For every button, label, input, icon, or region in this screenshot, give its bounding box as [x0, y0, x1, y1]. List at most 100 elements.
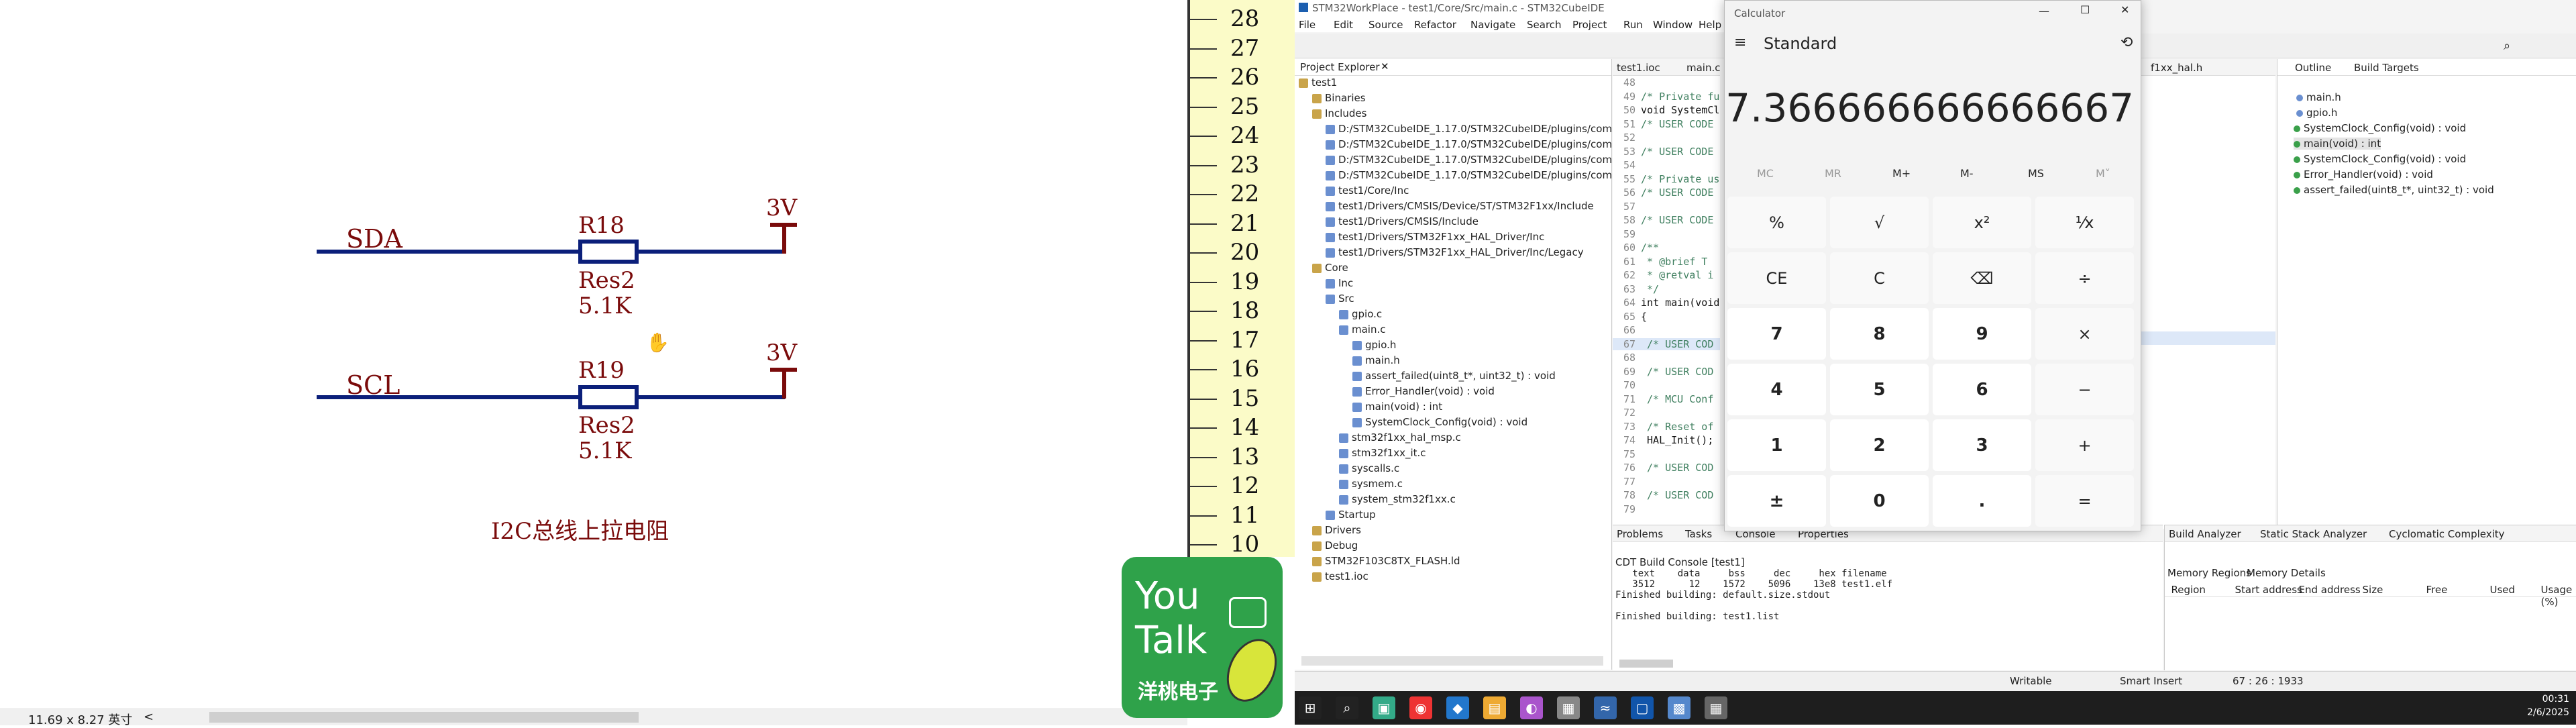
maximize-icon[interactable]: ☐: [2080, 3, 2090, 16]
code-line[interactable]: 48: [1613, 76, 1720, 89]
calc-button[interactable]: 7: [1727, 308, 1826, 360]
console-hscrollbar[interactable]: [1619, 660, 1673, 668]
app-gray-icon[interactable]: ▦: [1557, 696, 1580, 719]
calc-button[interactable]: %: [1727, 197, 1826, 248]
menu-item-window[interactable]: Window: [1653, 19, 1693, 31]
code-line[interactable]: 57: [1613, 201, 1720, 213]
code-line[interactable]: 66: [1613, 324, 1720, 336]
code-line[interactable]: 51/* USER CODE: [1613, 118, 1720, 130]
r18-resistor[interactable]: [578, 240, 639, 264]
code-line[interactable]: 70: [1613, 379, 1720, 391]
calc-button[interactable]: 4: [1727, 364, 1826, 415]
calc-button[interactable]: C: [1830, 252, 1929, 304]
calc-button[interactable]: ×: [2035, 308, 2134, 360]
code-editor[interactable]: test1.iocmain.c 4849/* Private fu50void …: [1613, 59, 1720, 529]
code-line[interactable]: 79: [1613, 503, 1720, 515]
tree-item[interactable]: D:/STM32CubeIDE_1.17.0/STM32CubeIDE/plug…: [1326, 169, 1611, 181]
code-line[interactable]: 74 HAL_Init();: [1613, 434, 1720, 446]
tree-item[interactable]: test1/Drivers/STM32F1xx_HAL_Driver/Inc: [1326, 231, 1544, 243]
memory-button-2[interactable]: M+: [1892, 167, 1911, 180]
menu-item-refactor[interactable]: Refactor: [1414, 19, 1456, 31]
outline-item[interactable]: gpio.h: [2296, 107, 2337, 119]
editor-right[interactable]: f1xx_hal.h: [2141, 59, 2275, 529]
memory-button-4[interactable]: MS: [2028, 167, 2044, 180]
tree-item[interactable]: test1/Drivers/STM32F1xx_HAL_Driver/Inc/L…: [1326, 246, 1584, 258]
menu-item-search[interactable]: Search: [1527, 19, 1562, 31]
code-line[interactable]: 77: [1613, 476, 1720, 488]
tree-item[interactable]: Binaries: [1312, 92, 1366, 104]
tab-memory-regions[interactable]: Memory Regions: [2167, 567, 2251, 579]
editor-tab-test1-ioc[interactable]: test1.ioc: [1617, 62, 1660, 74]
tree-item[interactable]: Core: [1312, 262, 1348, 274]
outline-item[interactable]: Error_Handler(void) : void: [2294, 168, 2433, 180]
code-line[interactable]: 59: [1613, 228, 1720, 240]
tree-item[interactable]: test1/Drivers/CMSIS/Device/ST/STM32F1xx/…: [1326, 200, 1594, 212]
search-icon[interactable]: ⌕: [1336, 696, 1358, 719]
tab-build-targets[interactable]: Build Targets: [2354, 62, 2419, 74]
close-icon[interactable]: ✕: [2121, 3, 2129, 16]
outline-item[interactable]: main.h: [2296, 91, 2341, 103]
tab-problems[interactable]: Problems: [1617, 528, 1663, 540]
code-line[interactable]: 78 /* USER COD: [1613, 489, 1720, 501]
schematic-canvas[interactable]: SDA R18 Res2 5.1K 3V SCL R19 Res2 5.1K 3…: [0, 0, 1187, 725]
tree-item[interactable]: D:/STM32CubeIDE_1.17.0/STM32CubeIDE/plug…: [1326, 154, 1611, 166]
memory-column-header[interactable]: Free: [2426, 584, 2448, 596]
explorer-icon[interactable]: ▤: [1483, 696, 1506, 719]
code-line[interactable]: 49/* Private fu: [1613, 91, 1720, 103]
calc-button[interactable]: −: [2035, 364, 2134, 415]
tab-memory-details[interactable]: Memory Details: [2247, 567, 2326, 579]
menu-item-help[interactable]: Help: [1699, 19, 1721, 31]
tree-item[interactable]: test1.ioc: [1312, 570, 1368, 582]
history-icon[interactable]: ⟲: [2121, 34, 2133, 51]
code-line[interactable]: 76 /* USER COD: [1613, 462, 1720, 474]
app-photo-icon[interactable]: ▩: [1668, 696, 1690, 719]
calc-button[interactable]: x²: [1933, 197, 2031, 248]
tree-item[interactable]: Startup: [1326, 509, 1376, 521]
tab-build-2[interactable]: Cyclomatic Complexity: [2389, 528, 2505, 540]
code-line[interactable]: 75: [1613, 448, 1720, 460]
tree-item[interactable]: Debug: [1312, 539, 1358, 552]
calc-button[interactable]: 8: [1830, 308, 1929, 360]
menu-item-run[interactable]: Run: [1623, 19, 1643, 31]
memory-button-1[interactable]: MR: [1825, 167, 1841, 180]
cube-ide-icon[interactable]: ▢: [1631, 696, 1654, 719]
calc-button[interactable]: 0: [1830, 475, 1929, 527]
app-purple-icon[interactable]: ◐: [1520, 696, 1543, 719]
code-line[interactable]: 53/* USER CODE: [1613, 146, 1720, 158]
code-line[interactable]: 69 /* USER COD: [1613, 366, 1720, 378]
chrome-icon[interactable]: ◉: [1409, 696, 1432, 719]
code-line[interactable]: 63 */: [1613, 283, 1720, 295]
outline-item[interactable]: SystemClock_Config(void) : void: [2294, 153, 2466, 165]
calc-button[interactable]: 5: [1830, 364, 1929, 415]
outline-item[interactable]: assert_failed(uint8_t*, uint32_t) : void: [2294, 184, 2494, 196]
tree-item[interactable]: gpio.h: [1352, 339, 1396, 351]
code-line[interactable]: 73 /* Reset of: [1613, 421, 1720, 433]
tree-item[interactable]: gpio.c: [1339, 308, 1382, 320]
vscode-icon[interactable]: ◆: [1446, 696, 1469, 719]
tab-tasks[interactable]: Tasks: [1685, 528, 1712, 540]
tree-item[interactable]: main.c: [1339, 323, 1386, 335]
app-blue-wave-icon[interactable]: ≈: [1594, 696, 1617, 719]
code-line[interactable]: 61 * @brief T: [1613, 256, 1720, 268]
code-line[interactable]: 72: [1613, 407, 1720, 419]
code-line[interactable]: 54: [1613, 159, 1720, 171]
code-line[interactable]: 64int main(void: [1613, 297, 1720, 309]
tree-item[interactable]: syscalls.c: [1339, 462, 1399, 474]
tree-item[interactable]: sysmem.c: [1339, 478, 1403, 490]
code-area[interactable]: 48 49/* Private fu50void SystemCl 51/* USE…: [1613, 76, 1720, 526]
memory-button-5[interactable]: M˅: [2096, 167, 2110, 180]
code-line[interactable]: 50void SystemCl: [1613, 104, 1720, 116]
code-line[interactable]: 60/**: [1613, 242, 1720, 254]
scroll-left-icon[interactable]: <: [144, 710, 154, 724]
memory-button-0[interactable]: MC: [1757, 167, 1774, 180]
tree-item[interactable]: assert_failed(uint8_t*, uint32_t) : void: [1352, 370, 1556, 382]
memory-column-header[interactable]: End address: [2299, 584, 2361, 596]
tree-item[interactable]: Src: [1326, 293, 1354, 305]
menu-item-source[interactable]: Source: [1368, 19, 1403, 31]
calc-button[interactable]: ⌫: [1933, 252, 2031, 304]
calc-button[interactable]: √: [1830, 197, 1929, 248]
code-line[interactable]: 62 * @retval i: [1613, 269, 1720, 281]
tree-item[interactable]: D:/STM32CubeIDE_1.17.0/STM32CubeIDE/plug…: [1326, 138, 1611, 150]
tree-item[interactable]: Includes: [1312, 107, 1366, 119]
tree-item[interactable]: Drivers: [1312, 524, 1361, 536]
